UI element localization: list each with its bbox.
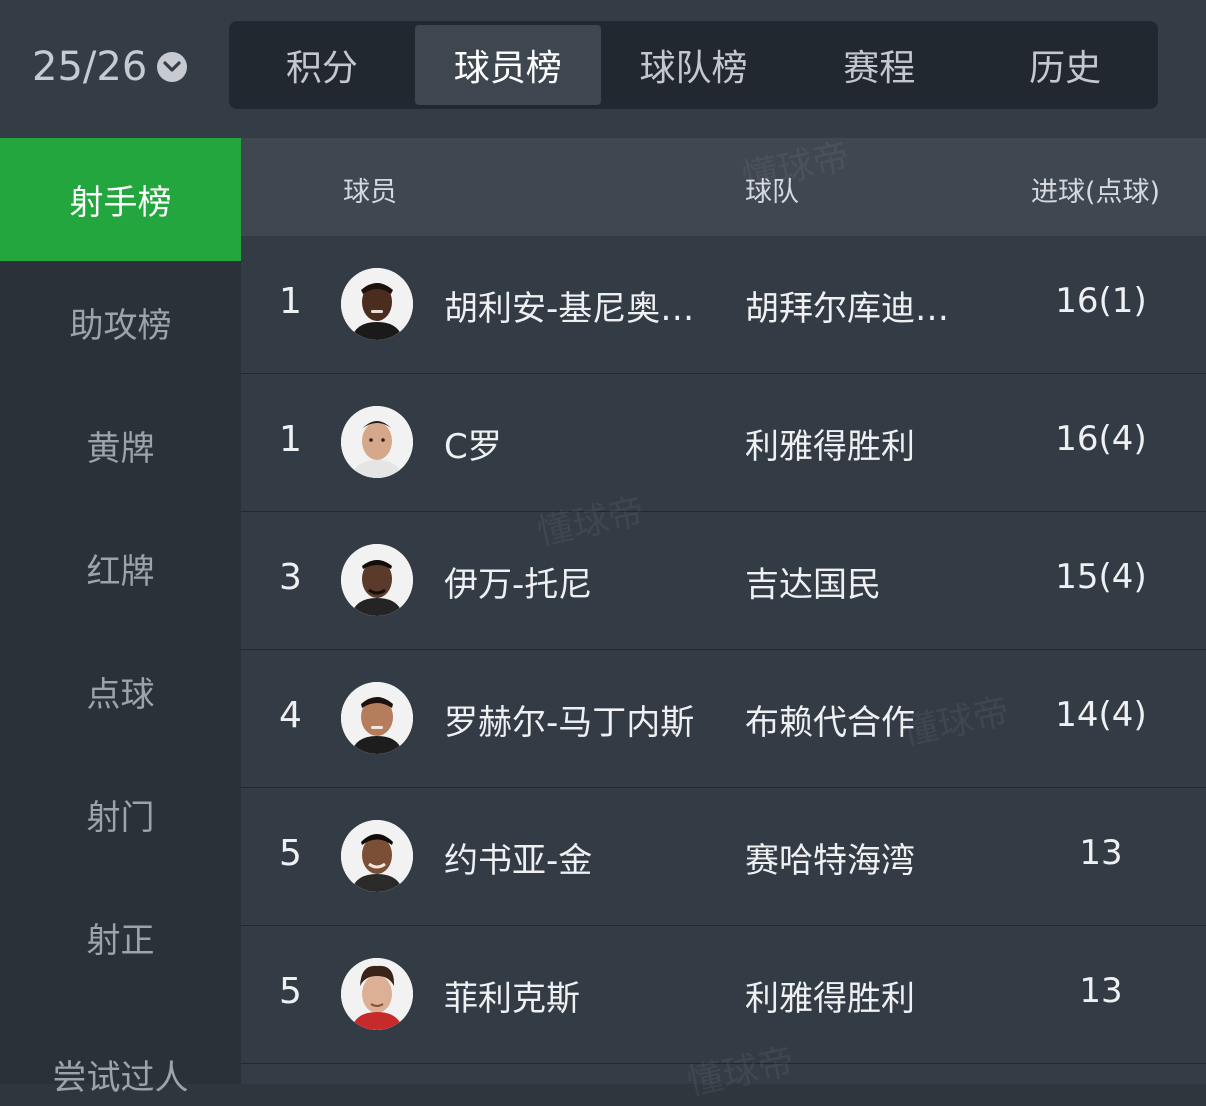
- season-selector[interactable]: 25/26: [32, 42, 188, 92]
- team-name: 布赖代合作: [745, 703, 915, 743]
- table-row[interactable]: 5 约书亚-金 赛哈特海湾 13: [241, 788, 1206, 926]
- rank: 1: [279, 281, 302, 322]
- tab-standings[interactable]: 积分: [229, 21, 415, 109]
- team-name: 利雅得胜利: [745, 979, 915, 1019]
- team-name: 胡拜尔库迪…: [745, 289, 949, 329]
- player-name: 罗赫尔-马丁内斯: [444, 703, 695, 743]
- goals-count: 15(4): [1055, 557, 1147, 597]
- avatar: [341, 682, 413, 754]
- player-name: 伊万-托尼: [444, 565, 593, 605]
- goals-count: 13: [1079, 833, 1123, 873]
- table-row[interactable]: 5 菲利克斯 利雅得胜利 13: [241, 926, 1206, 1064]
- rank: 5: [279, 833, 302, 874]
- scorers-table: 球员 球队 进球(点球) 1 胡利安-基尼奥… 胡拜尔库迪… 16(1) 1 C…: [241, 136, 1206, 1104]
- team-name: 利雅得胜利: [745, 427, 915, 467]
- goals-count: 14(4): [1055, 695, 1147, 735]
- column-header-goals: 进球(点球): [1031, 177, 1161, 208]
- avatar: [341, 544, 413, 616]
- stat-category-sidebar: 射手榜 助攻榜 黄牌 红牌 点球 射门 射正 尝试过人: [0, 138, 241, 1098]
- table-row[interactable]: 4 罗赫尔-马丁内斯 布赖代合作 14(4): [241, 650, 1206, 788]
- table-row[interactable]: 3 伊万-托尼 吉达国民 15(4): [241, 512, 1206, 650]
- table-row[interactable]: 1 胡利安-基尼奥… 胡拜尔库迪… 16(1): [241, 236, 1206, 374]
- rank: 1: [279, 419, 302, 460]
- sidebar-item-red-cards[interactable]: 红牌: [0, 507, 241, 630]
- team-name: 赛哈特海湾: [745, 841, 915, 881]
- chevron-down-icon: [157, 52, 188, 82]
- goals-count: 13: [1079, 971, 1123, 1011]
- sidebar-item-yellow-cards[interactable]: 黄牌: [0, 384, 241, 507]
- tab-schedule[interactable]: 赛程: [786, 21, 972, 109]
- avatar: [341, 820, 413, 892]
- rank: 4: [279, 695, 302, 736]
- table-header: 球员 球队 进球(点球): [241, 138, 1206, 236]
- sidebar-item-dribbles[interactable]: 尝试过人: [0, 999, 241, 1099]
- tab-player-rankings[interactable]: 球员榜: [414, 25, 601, 105]
- rank: 5: [279, 971, 302, 1012]
- avatar: [341, 406, 413, 478]
- rank: 3: [279, 557, 302, 598]
- column-header-team: 球队: [745, 177, 799, 208]
- sidebar-item-shots-on-target[interactable]: 射正: [0, 876, 241, 999]
- goals-count: 16(4): [1055, 419, 1147, 459]
- tab-history[interactable]: 历史: [972, 21, 1158, 109]
- avatar: [341, 958, 413, 1030]
- sidebar-item-penalties[interactable]: 点球: [0, 630, 241, 753]
- top-bar: 25/26 积分 球员榜 球队榜 赛程 历史: [0, 0, 1206, 138]
- sidebar-item-top-scorers[interactable]: 射手榜: [0, 138, 241, 261]
- tab-team-rankings[interactable]: 球队榜: [601, 21, 787, 109]
- player-name: C罗: [444, 427, 502, 467]
- column-header-player: 球员: [343, 177, 397, 208]
- sidebar-item-assists[interactable]: 助攻榜: [0, 261, 241, 384]
- sidebar-item-shots[interactable]: 射门: [0, 753, 241, 876]
- player-name: 约书亚-金: [444, 841, 593, 881]
- main-tabs: 积分 球员榜 球队榜 赛程 历史: [229, 21, 1158, 109]
- avatar: [341, 268, 413, 340]
- season-label: 25/26: [32, 44, 148, 90]
- team-name: 吉达国民: [745, 565, 881, 605]
- table-row[interactable]: 1 C罗 利雅得胜利 16(4): [241, 374, 1206, 512]
- player-name: 菲利克斯: [444, 979, 580, 1019]
- player-name: 胡利安-基尼奥…: [444, 289, 695, 329]
- goals-count: 16(1): [1055, 281, 1147, 321]
